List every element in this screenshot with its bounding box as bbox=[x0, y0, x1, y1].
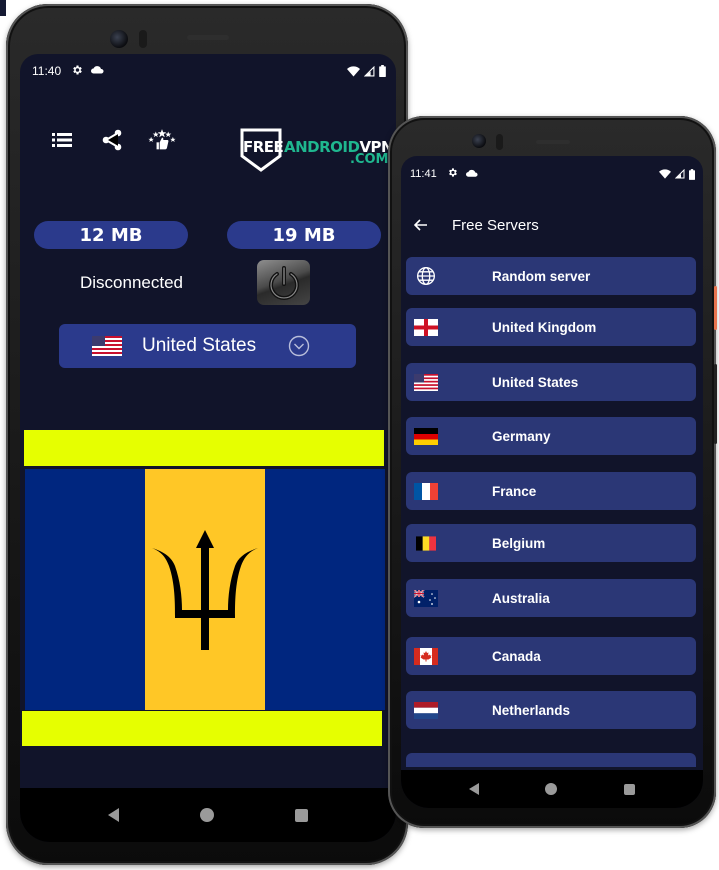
page-title: Free Servers bbox=[452, 216, 539, 234]
front-camera bbox=[110, 30, 128, 48]
selected-country-label: United States bbox=[142, 335, 257, 356]
globe-icon bbox=[417, 267, 435, 285]
belgium-flag-icon bbox=[416, 535, 436, 551]
server-item-belgium[interactable]: Belgium bbox=[406, 524, 696, 562]
server-item-united-states[interactable]: United States bbox=[406, 363, 696, 401]
proximity-sensor bbox=[496, 134, 503, 150]
wifi-icon bbox=[659, 169, 671, 179]
right-phone-frame: 11:41 Free Servers Random server United … bbox=[388, 116, 717, 828]
logo-com-text: .COM bbox=[350, 152, 389, 167]
server-item-random[interactable]: Random server bbox=[406, 257, 696, 295]
connection-status: Disconnected bbox=[80, 273, 184, 292]
volume-side-button bbox=[714, 364, 717, 444]
servers-screen: 11:41 Free Servers Random server United … bbox=[401, 156, 703, 808]
england-flag-icon bbox=[414, 318, 438, 336]
proximity-sensor bbox=[139, 30, 147, 48]
server-name: Belgium bbox=[492, 535, 546, 551]
earpiece-speaker bbox=[187, 35, 229, 40]
country-selector[interactable]: United States bbox=[59, 324, 356, 368]
nav-back-button[interactable] bbox=[469, 783, 480, 795]
toolbar bbox=[48, 126, 176, 154]
battery-icon bbox=[689, 168, 695, 180]
barbados-flag-banner bbox=[20, 430, 396, 748]
flag-blue-band-left bbox=[25, 469, 145, 710]
system-nav-bar bbox=[401, 770, 703, 808]
server-name: Netherlands bbox=[492, 702, 571, 718]
server-name: United Kingdom bbox=[492, 319, 597, 335]
power-icon bbox=[268, 265, 299, 300]
battery-icon bbox=[379, 65, 386, 77]
status-bar: 11:41 bbox=[401, 156, 703, 192]
signal-icon bbox=[675, 169, 685, 179]
gear-icon bbox=[447, 167, 458, 181]
app-bar: Free Servers bbox=[401, 214, 703, 236]
earpiece-speaker bbox=[536, 140, 570, 144]
cloud-icon bbox=[465, 168, 478, 180]
brand-logo: FREE ANDROIDVPN .COM bbox=[240, 128, 396, 174]
status-right-icons bbox=[659, 168, 695, 180]
menu-list-icon[interactable] bbox=[48, 126, 76, 154]
france-flag-icon bbox=[414, 482, 438, 500]
server-name: Australia bbox=[492, 590, 550, 606]
server-item-canada[interactable]: Canada bbox=[406, 637, 696, 675]
chevron-down-icon bbox=[288, 335, 310, 357]
logo-free-text: FREE bbox=[243, 138, 284, 156]
germany-flag-icon bbox=[414, 427, 438, 445]
server-item-france[interactable]: France bbox=[406, 472, 696, 510]
server-name: Germany bbox=[492, 428, 551, 444]
server-name: Canada bbox=[492, 648, 541, 664]
yellow-stripe-bottom bbox=[22, 711, 382, 746]
front-camera bbox=[472, 134, 486, 148]
nav-home-button[interactable] bbox=[199, 808, 214, 822]
corner-mark bbox=[0, 0, 6, 16]
status-bar: 11:40 bbox=[20, 54, 396, 88]
status-time: 11:40 bbox=[32, 64, 62, 78]
wifi-icon bbox=[347, 65, 360, 76]
connect-power-button[interactable] bbox=[257, 260, 310, 305]
server-item-netherlands[interactable]: Netherlands bbox=[406, 691, 696, 729]
logo-android: ANDROID bbox=[284, 138, 360, 156]
flag-blue-band-right bbox=[265, 469, 385, 710]
status-right-icons bbox=[347, 65, 386, 77]
signal-icon bbox=[364, 65, 375, 76]
gear-icon bbox=[71, 64, 83, 79]
back-arrow-icon[interactable] bbox=[410, 214, 432, 236]
left-phone-frame: 11:40 FREE ANDROIDVPN .COM 12 MB 19 MB D… bbox=[6, 4, 409, 865]
system-nav-bar bbox=[20, 788, 396, 842]
cloud-icon bbox=[91, 65, 104, 77]
rate-stars-icon[interactable] bbox=[148, 126, 176, 154]
server-name: France bbox=[492, 483, 537, 499]
us-flag-icon bbox=[92, 336, 122, 356]
nav-recents-button[interactable] bbox=[294, 808, 308, 822]
server-item-australia[interactable]: Australia bbox=[406, 579, 696, 617]
flag-gold-band bbox=[145, 469, 265, 710]
status-time: 11:41 bbox=[410, 168, 437, 180]
trident-icon bbox=[152, 529, 258, 650]
share-icon[interactable] bbox=[98, 126, 126, 154]
australia-flag-icon bbox=[414, 589, 438, 607]
upload-usage-badge: 19 MB bbox=[227, 221, 381, 249]
netherlands-flag-icon bbox=[414, 701, 438, 719]
server-item-germany[interactable]: Germany bbox=[406, 417, 696, 455]
nav-home-button[interactable] bbox=[545, 783, 558, 795]
server-name: Random server bbox=[492, 268, 591, 284]
canada-flag-icon bbox=[414, 647, 438, 665]
download-usage-badge: 12 MB bbox=[34, 221, 188, 249]
server-item-partial[interactable] bbox=[406, 753, 696, 767]
nav-recents-button[interactable] bbox=[623, 783, 635, 795]
us-flag-icon bbox=[414, 373, 438, 391]
server-item-united-kingdom[interactable]: United Kingdom bbox=[406, 308, 696, 346]
yellow-stripe-top bbox=[24, 430, 384, 466]
nav-back-button[interactable] bbox=[108, 808, 120, 822]
main-screen: 11:40 FREE ANDROIDVPN .COM 12 MB 19 MB D… bbox=[20, 54, 396, 842]
barbados-flag bbox=[25, 469, 385, 710]
power-side-button bbox=[714, 286, 717, 330]
server-name: United States bbox=[492, 374, 579, 390]
